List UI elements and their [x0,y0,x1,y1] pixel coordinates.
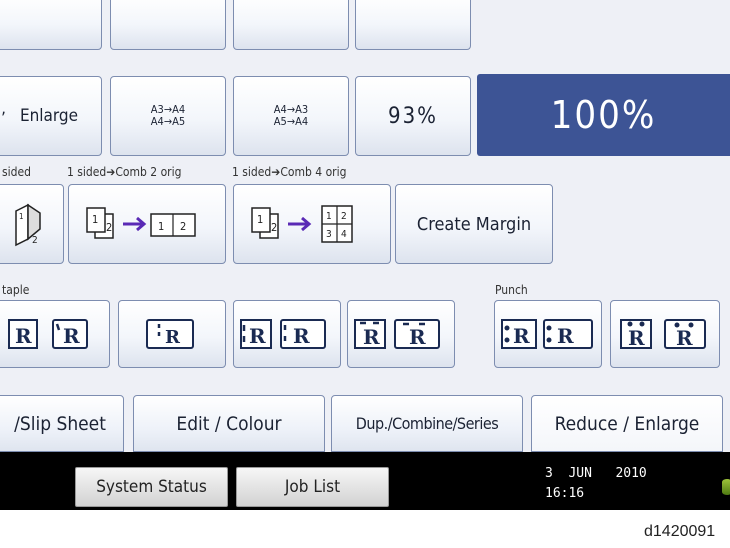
figure-id: d1420091 [644,523,716,540]
sided-copy-icon: 1 2 [15,203,41,247]
time-display: 16:16 [545,486,585,501]
tab-dup-combine-series[interactable]: Dup./Combine/Series [331,395,523,452]
svg-text:R: R [293,324,310,348]
svg-text:R: R [676,326,693,350]
punch-top-icon: R R [620,319,706,350]
enlarge-button[interactable]: ʼ Enlarge [0,76,102,156]
percent-93-label: 93% [388,103,438,129]
percent-93-button[interactable]: 93% [355,76,471,156]
punch-left-icon: R R [501,319,593,349]
punch-button-2[interactable]: R R [610,300,720,368]
tab-edit-colour[interactable]: Edit / Colour [133,395,325,452]
svg-text:R: R [363,325,380,349]
staple-left-double-icon: R R [240,319,326,349]
svg-text:R: R [513,324,530,348]
tab-slip-sheet[interactable]: /Slip Sheet [0,395,124,452]
label-comb2: 1 sided➔Comb 2 orig [67,165,182,179]
tab-dup-combine-label: Dup./Combine/Series [355,414,499,433]
svg-text:R: R [63,324,80,348]
label-sided: sided [2,165,31,179]
top-button-4[interactable] [355,0,471,50]
sided-button[interactable]: 1 2 [0,184,64,264]
job-list-button[interactable]: Job List [236,467,389,507]
tab-edit-colour-label: Edit / Colour [176,412,282,435]
svg-text:1: 1 [257,213,263,226]
svg-text:2: 2 [106,221,112,234]
create-margin-label: Create Margin [416,213,532,235]
combine-4-icon: 1 2 1 2 3 4 [251,205,353,243]
staple-left-center-icon: R [146,319,194,349]
staple-top-left-icon: R R [8,319,88,349]
staple-top-double-icon: R R [354,319,440,349]
copier-screen: ʼ Enlarge A3→A4 A4→A5 A4→A3 A5→A4 93% 100% … [0,0,730,510]
svg-text:3: 3 [326,229,332,240]
svg-text:R: R [628,326,645,350]
tab-slip-sheet-label: /Slip Sheet [14,412,106,435]
top-button-1[interactable] [0,0,102,50]
tab-reduce-enlarge-label: Reduce / Enlarge [554,412,700,435]
comb-4-orig-button[interactable]: 1 2 1 2 3 4 [233,184,391,264]
a4-a3-button[interactable]: A4→A3 A5→A4 [233,76,349,156]
memory-icon [722,479,730,495]
tab-reduce-enlarge[interactable]: Reduce / Enlarge [531,395,723,452]
staple-button-3[interactable]: R R [233,300,341,368]
sided-icon-num: 2 [32,235,38,246]
label-comb4: 1 sided➔Comb 4 orig [232,165,347,179]
staple-button-2[interactable]: R [118,300,226,368]
label-staple: taple [2,283,30,297]
a3-a4-line2: A4→A5 [150,115,186,128]
a3-a4-button[interactable]: A3→A4 A4→A5 [110,76,226,156]
staple-button-1[interactable]: R R [0,300,110,368]
svg-text:R: R [409,325,426,349]
svg-text:1: 1 [19,212,24,221]
a4-a3-line2: A5→A4 [273,115,309,128]
comb-2-orig-button[interactable]: 1 2 1 2 [68,184,226,264]
svg-text:2: 2 [341,211,347,222]
percent-100-display: 100% [477,74,730,156]
system-status-button[interactable]: System Status [75,467,228,507]
staple-button-4[interactable]: R R [347,300,455,368]
svg-text:4: 4 [341,229,347,240]
svg-text:1: 1 [92,213,98,226]
bottom-status-bar: System Status Job List 3 JUN 2010 16:16 [0,452,730,510]
svg-text:R: R [15,324,32,348]
svg-text:2: 2 [180,220,186,233]
svg-text:1: 1 [158,220,164,233]
svg-text:2: 2 [271,221,277,234]
punch-button-1[interactable]: R R [494,300,602,368]
combine-2-icon: 1 2 1 2 [86,207,196,239]
system-status-label: System Status [96,477,207,497]
label-punch: Punch [495,283,528,297]
top-button-3[interactable] [233,0,349,50]
date-display: 3 JUN 2010 [545,466,647,481]
svg-text:R: R [249,324,266,348]
svg-text:R: R [165,327,181,348]
svg-text:R: R [557,324,574,348]
job-list-label: Job List [284,477,341,497]
top-button-2[interactable] [110,0,226,50]
create-margin-button[interactable]: Create Margin [395,184,553,264]
enlarge-label: Enlarge [19,106,79,126]
svg-text:1: 1 [326,211,332,222]
